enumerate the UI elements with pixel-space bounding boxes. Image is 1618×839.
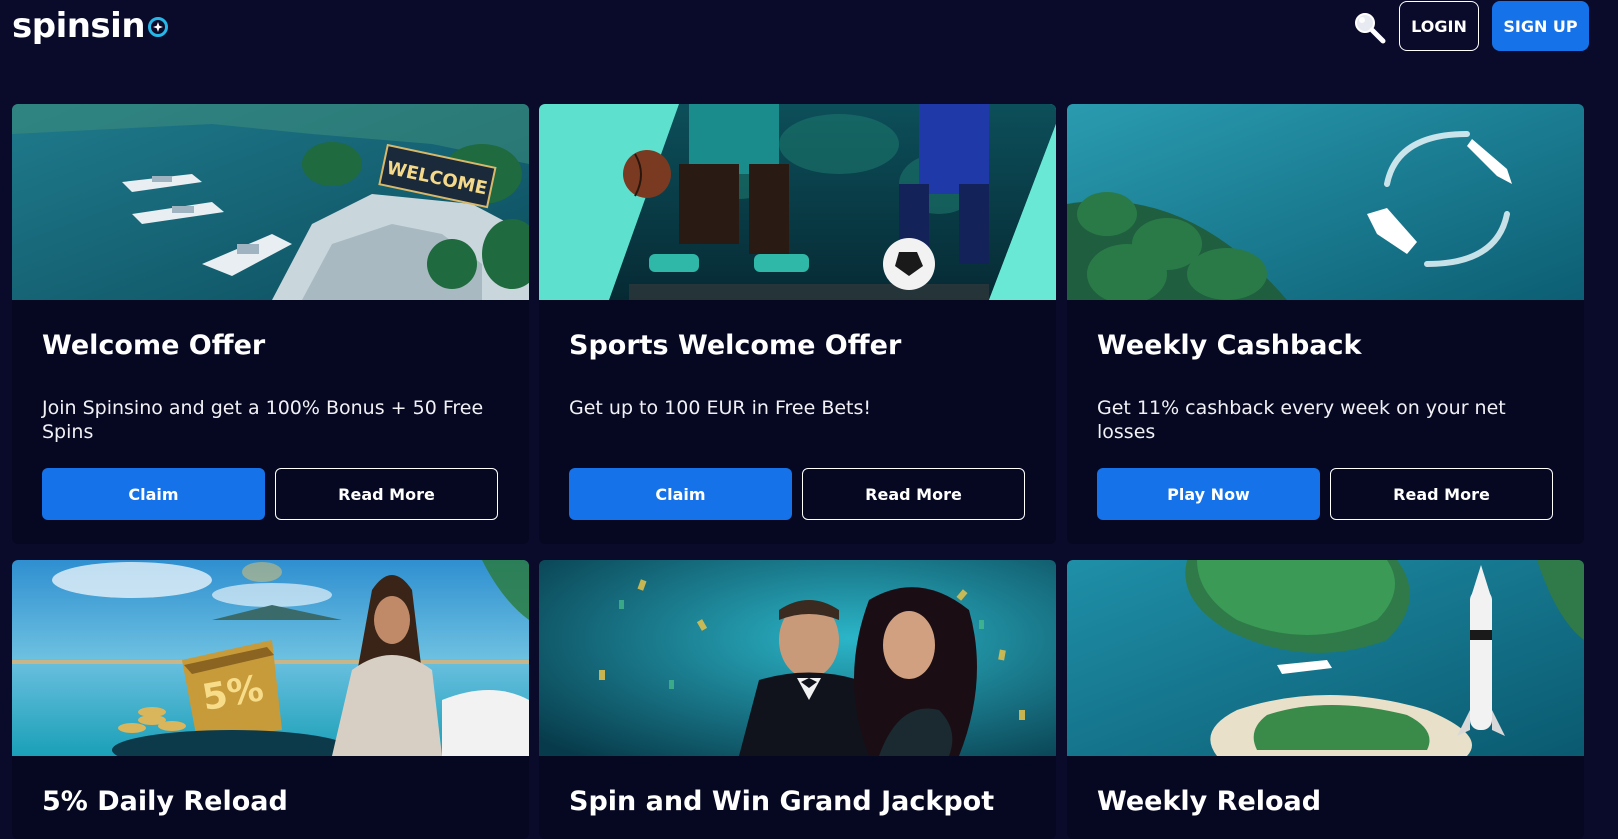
promo-description: Get 11% cashback every week on your net … [1097, 397, 1506, 443]
read-more-button[interactable]: Read More [275, 468, 498, 520]
promo-title: Sports Welcome Offer [569, 330, 902, 361]
logo-text: spinsin [12, 6, 146, 46]
promo-card-weekly-reload: Weekly Reload [1067, 560, 1584, 839]
claim-button[interactable]: Claim [569, 468, 792, 520]
logo-o-icon [148, 17, 169, 37]
promo-card-sports-welcome-offer: Sports Welcome Offer Get up to 100 EUR i… [539, 104, 1056, 544]
play-now-button[interactable]: Play Now [1097, 468, 1320, 520]
promo-description: Get up to 100 EUR in Free Bets! [569, 397, 872, 419]
signup-button[interactable]: SIGN UP [1492, 1, 1589, 51]
login-button[interactable]: LOGIN [1399, 1, 1479, 51]
promo-title: Weekly Cashback [1097, 330, 1362, 361]
daily-reload-image: 5% [12, 560, 529, 756]
promo-title: Weekly Reload [1097, 786, 1322, 817]
promo-title: Welcome Offer [42, 330, 266, 361]
promo-card-grand-jackpot: Spin and Win Grand Jackpot [539, 560, 1056, 839]
sports-welcome-offer-image [539, 104, 1056, 300]
promo-title: Spin and Win Grand Jackpot [569, 786, 995, 817]
promo-card-welcome-offer: WELCOME Welcome Offer Join Spinsino and … [12, 104, 529, 544]
claim-button[interactable]: Claim [42, 468, 265, 520]
promo-card-daily-reload: 5% 5% Daily Reload [12, 560, 529, 839]
welcome-offer-image: WELCOME [12, 104, 529, 300]
promo-title: 5% Daily Reload [42, 786, 288, 817]
weekly-cashback-image [1067, 104, 1584, 300]
site-header: spinsin LOGIN SIGN UP [0, 0, 1618, 60]
read-more-button[interactable]: Read More [1330, 468, 1553, 520]
spinsino-logo[interactable]: spinsin [12, 4, 169, 48]
read-more-button[interactable]: Read More [802, 468, 1025, 520]
weekly-reload-image [1067, 560, 1584, 756]
search-icon[interactable] [1352, 10, 1386, 44]
promo-card-weekly-cashback: Weekly Cashback Get 11% cashback every w… [1067, 104, 1584, 544]
grand-jackpot-image [539, 560, 1056, 756]
promo-description: Join Spinsino and get a 100% Bonus + 50 … [42, 397, 484, 443]
